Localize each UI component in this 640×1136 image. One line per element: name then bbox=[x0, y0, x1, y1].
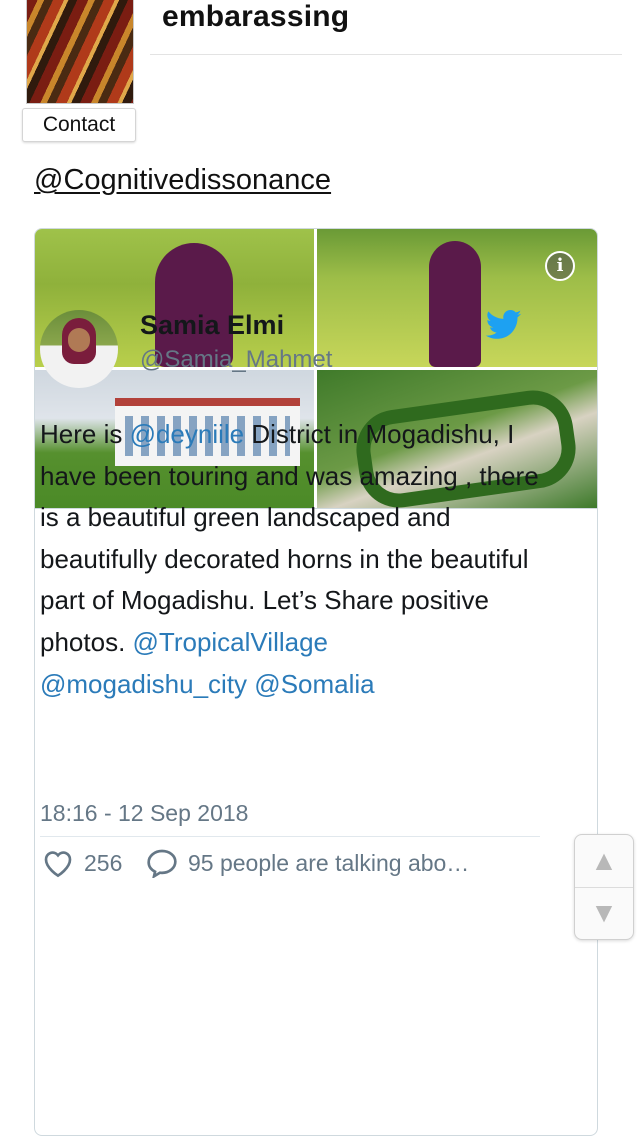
mention-link[interactable]: @mogadishu_city bbox=[40, 669, 247, 699]
contact-button[interactable]: Contact bbox=[22, 108, 136, 142]
mention-link[interactable]: @deyniile bbox=[130, 419, 245, 449]
poster-avatar[interactable] bbox=[26, 0, 134, 104]
twitter-bird-icon[interactable] bbox=[486, 310, 522, 340]
arrow-up-icon[interactable]: ▲ bbox=[575, 835, 633, 888]
user-handle-link[interactable]: @Cognitivedissonance bbox=[34, 164, 331, 197]
post-title: embarassing bbox=[162, 0, 350, 33]
tweet-author-avatar[interactable] bbox=[40, 310, 118, 388]
tweet-timestamp[interactable]: 18:16 - 12 Sep 2018 bbox=[40, 800, 248, 827]
scroll-control[interactable]: ▲ ▼ bbox=[574, 834, 634, 940]
tweet-text: Here is @deyniile District in Mogadishu,… bbox=[40, 414, 540, 705]
photo-subject bbox=[429, 241, 481, 367]
title-divider bbox=[150, 54, 622, 55]
heart-icon[interactable] bbox=[42, 848, 74, 878]
tweet-text-part: District in Mogadishu, I have been touri… bbox=[40, 419, 539, 657]
reply-icon[interactable] bbox=[146, 848, 178, 878]
tweet-photo-2[interactable]: i bbox=[317, 229, 597, 367]
mention-link[interactable]: @Somalia bbox=[254, 669, 374, 699]
tweet-text-part: Here is bbox=[40, 419, 130, 449]
tweet-author-handle[interactable]: @Samia_Mahmet bbox=[140, 346, 332, 374]
arrow-down-icon[interactable]: ▼ bbox=[575, 887, 633, 939]
conversation-link[interactable]: 95 people are talking abo… bbox=[188, 850, 528, 877]
tweet-author-name[interactable]: Samia Elmi bbox=[140, 310, 284, 341]
info-icon[interactable]: i bbox=[545, 251, 575, 281]
tweet-actions-divider bbox=[40, 836, 540, 837]
avatar-face bbox=[68, 328, 90, 352]
like-count: 256 bbox=[84, 850, 123, 876]
mention-link[interactable]: @TropicalVillage bbox=[133, 627, 328, 657]
